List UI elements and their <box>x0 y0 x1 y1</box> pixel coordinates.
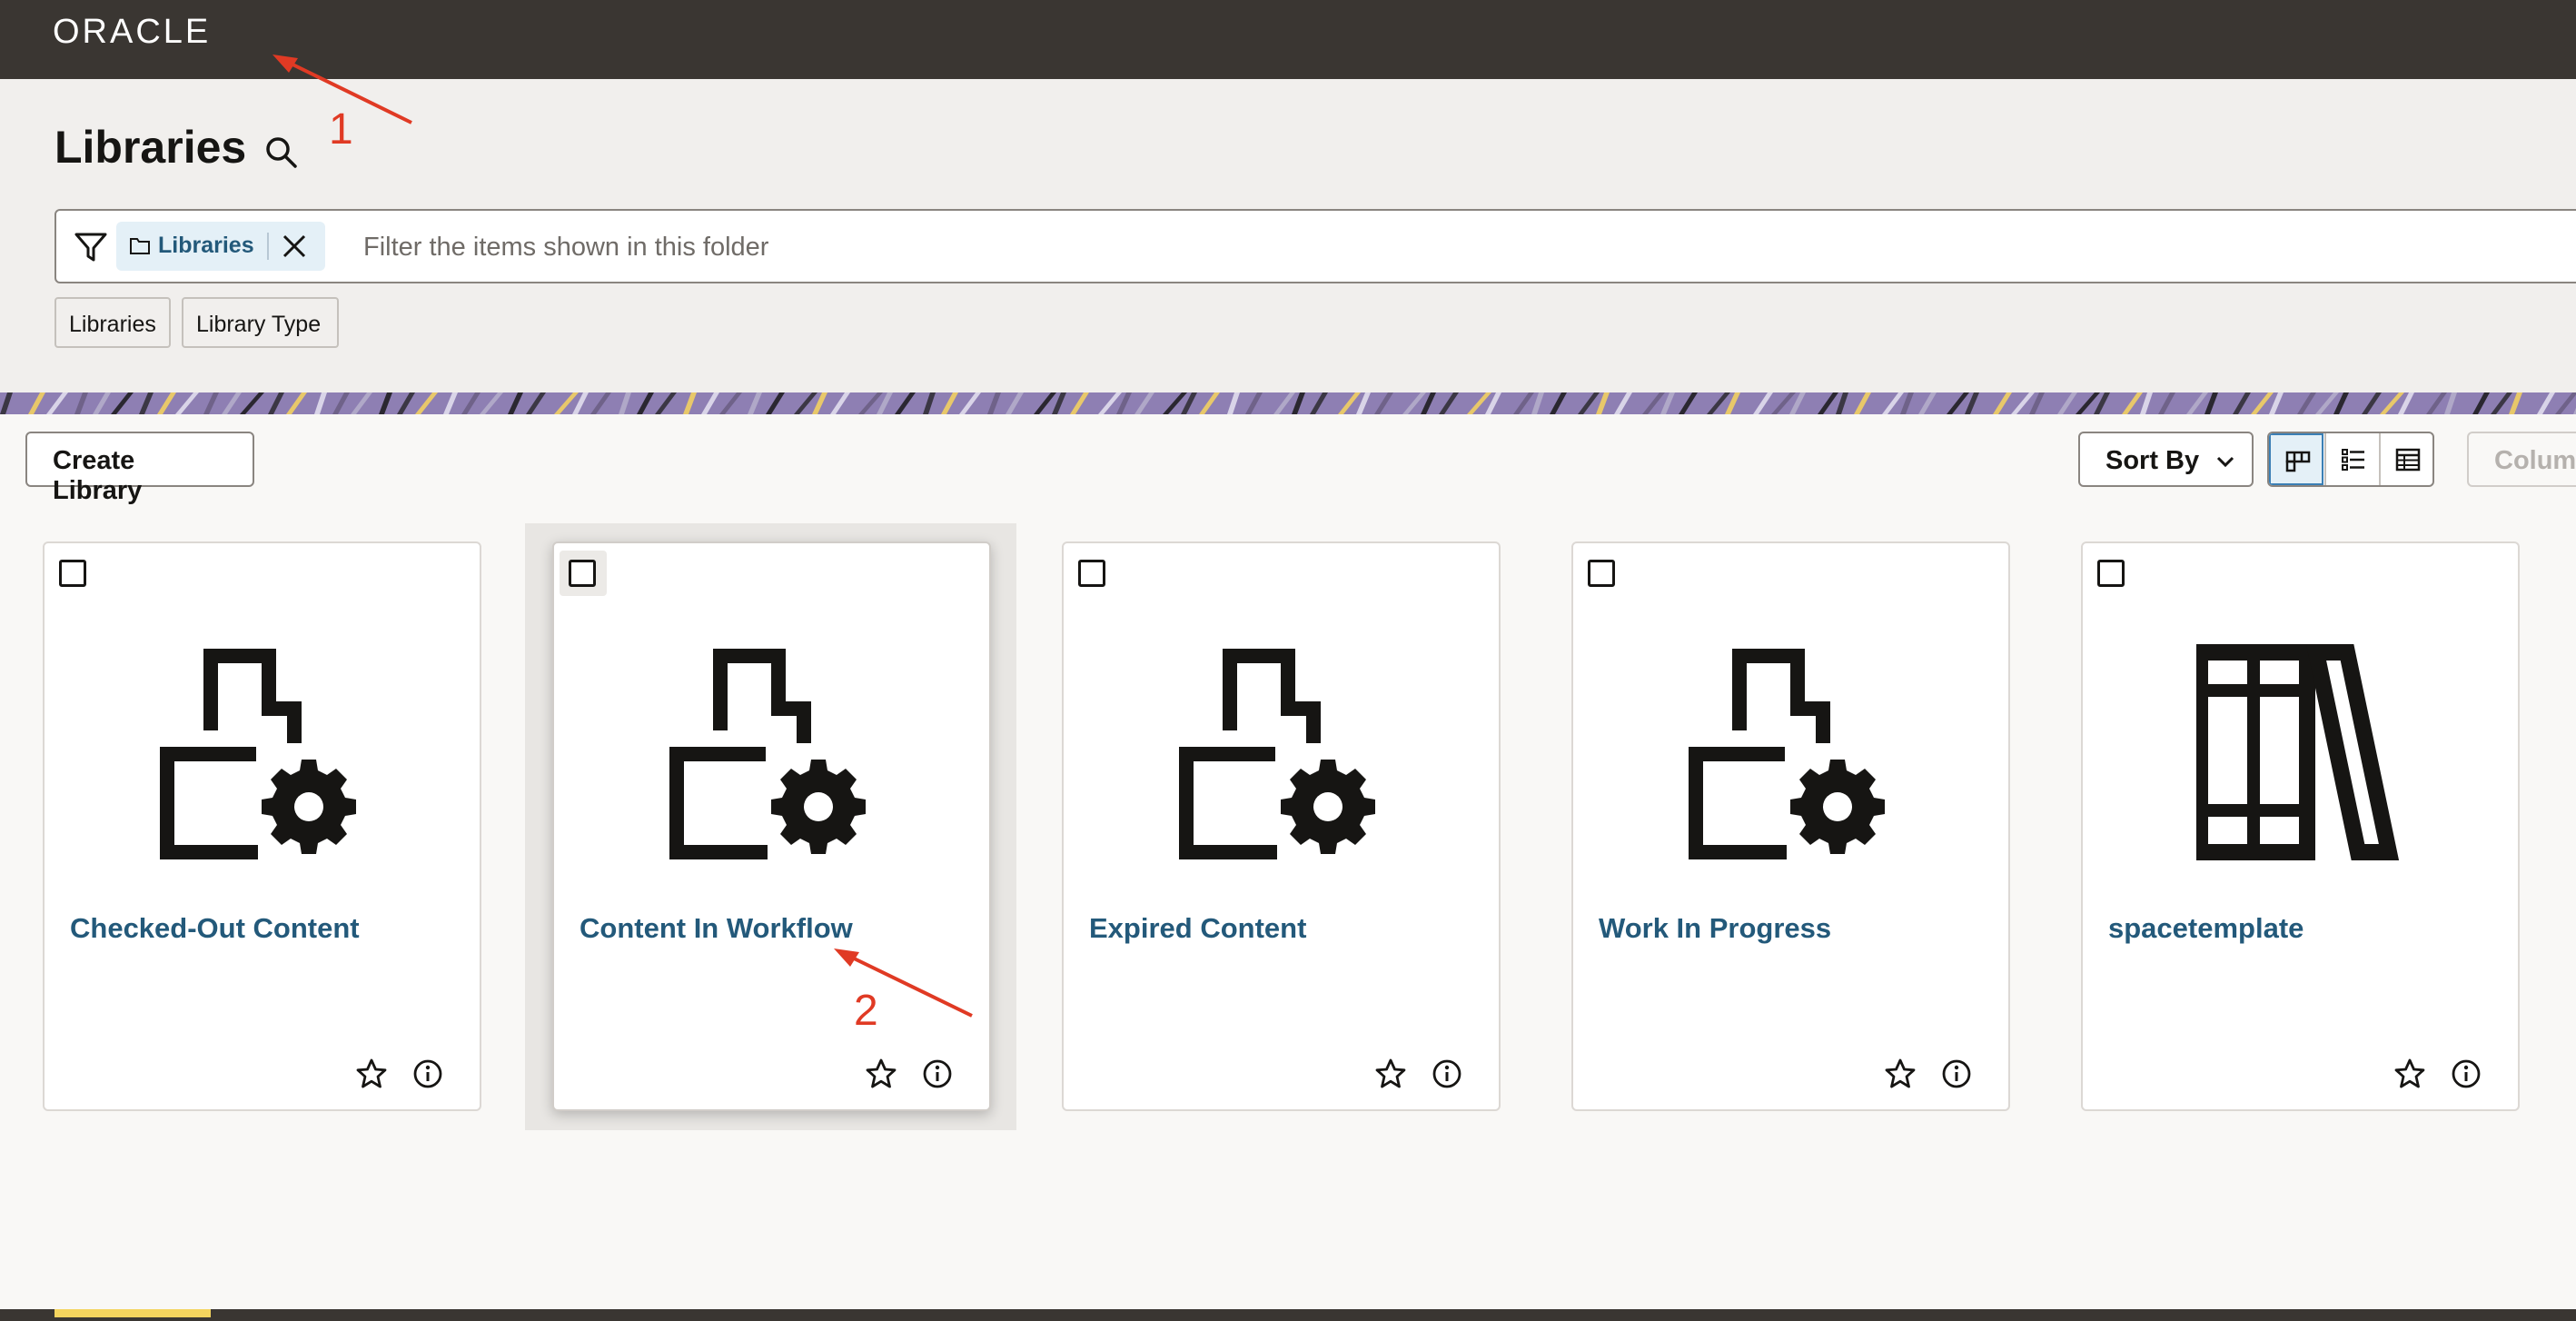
card-title[interactable]: Work In Progress <box>1599 912 1831 945</box>
card-title[interactable]: spacetemplate <box>2108 912 2304 945</box>
sort-by-label: Sort By <box>2105 446 2200 475</box>
bottom-bar <box>0 1309 2576 1321</box>
quick-filter-libraries[interactable]: Libraries <box>54 297 171 348</box>
view-switcher <box>2267 432 2434 487</box>
star-icon[interactable] <box>355 1058 388 1090</box>
info-icon[interactable] <box>411 1058 444 1090</box>
folder-gear-icon <box>1687 643 1905 861</box>
close-icon[interactable] <box>280 232 309 261</box>
filter-bar[interactable]: Libraries Filter the items shown in this… <box>54 209 2576 283</box>
card-checkbox[interactable] <box>1078 560 1105 587</box>
search-icon[interactable] <box>263 134 300 171</box>
bottom-tab-indicator <box>54 1309 211 1317</box>
library-books-icon <box>2196 644 2400 860</box>
info-icon[interactable] <box>1940 1058 1973 1090</box>
star-icon[interactable] <box>2393 1058 2426 1090</box>
info-icon[interactable] <box>921 1058 954 1090</box>
list-view-icon <box>2342 449 2364 471</box>
star-icon[interactable] <box>865 1058 897 1090</box>
library-card-work-in-progress[interactable]: Work In Progress <box>1571 541 2010 1111</box>
chevron-down-icon <box>2216 456 2234 468</box>
info-icon[interactable] <box>1431 1058 1463 1090</box>
card-title[interactable]: Expired Content <box>1089 912 1306 945</box>
columns-button[interactable]: Colum <box>2467 432 2576 487</box>
library-card-spacetemplate[interactable]: spacetemplate <box>2081 541 2520 1111</box>
filter-input[interactable]: Filter the items shown in this folder <box>363 233 768 263</box>
folder-icon <box>130 238 150 254</box>
top-bar: ORACLE <box>0 0 2576 79</box>
folder-gear-icon <box>668 643 886 861</box>
table-view-icon <box>2395 448 2421 472</box>
list-view-button[interactable] <box>2324 433 2379 485</box>
sort-by-button[interactable]: Sort By <box>2078 432 2254 487</box>
filter-chip-label: Libraries <box>158 233 254 258</box>
filter-icon[interactable] <box>73 229 109 265</box>
annotation-label-2: 2 <box>854 987 878 1035</box>
filter-chip-libraries[interactable]: Libraries <box>116 222 325 271</box>
card-checkbox[interactable] <box>59 560 86 587</box>
star-icon[interactable] <box>1884 1058 1917 1090</box>
oracle-logo[interactable]: ORACLE <box>53 13 211 51</box>
card-checkbox[interactable] <box>2097 560 2125 587</box>
create-library-button[interactable]: Create Library <box>25 432 254 505</box>
card-checkbox[interactable] <box>1588 560 1615 587</box>
table-view-button[interactable] <box>2379 433 2432 485</box>
card-title[interactable]: Checked-Out Content <box>70 912 360 945</box>
folder-gear-icon <box>158 643 376 861</box>
grid-view-button[interactable] <box>2269 433 2323 485</box>
decorative-banner <box>0 392 2576 414</box>
library-card-checked-out-content[interactable]: Checked-Out Content <box>43 541 481 1111</box>
info-icon[interactable] <box>2450 1058 2482 1090</box>
annotation-label-1: 1 <box>329 105 353 154</box>
card-checkbox[interactable] <box>569 560 596 587</box>
page-title: Libraries <box>54 122 247 173</box>
quick-filter-library-type[interactable]: Library Type <box>182 297 339 348</box>
star-icon[interactable] <box>1374 1058 1407 1090</box>
library-card-expired-content[interactable]: Expired Content <box>1062 541 1501 1111</box>
grid-view-icon <box>2285 451 2311 472</box>
library-card-content-in-workflow[interactable]: Content In Workflow <box>552 541 991 1111</box>
card-title[interactable]: Content In Workflow <box>580 912 853 945</box>
folder-gear-icon <box>1177 643 1395 861</box>
chip-divider <box>267 233 269 260</box>
